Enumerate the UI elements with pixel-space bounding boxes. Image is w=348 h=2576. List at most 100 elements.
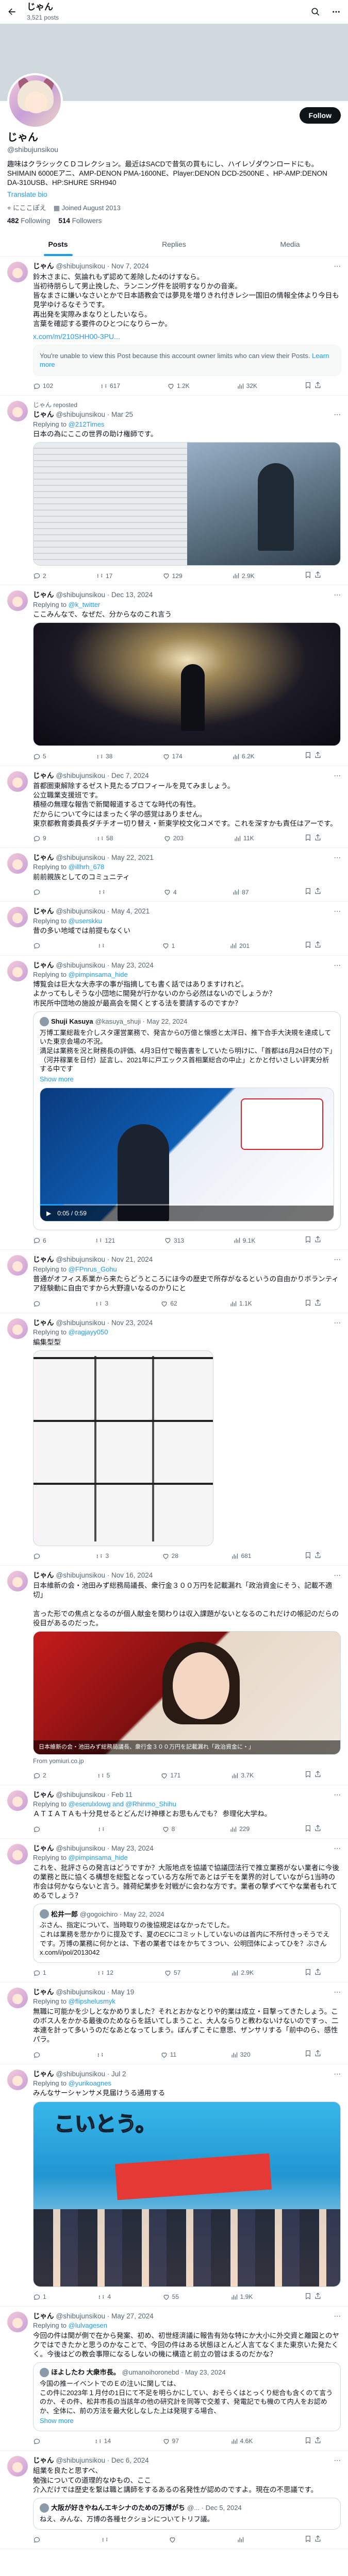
author-name[interactable]: じゃん <box>33 1790 54 1800</box>
author-name[interactable]: じゃん <box>33 2070 54 2079</box>
quoted-post[interactable]: ほよしたわ 大衆市長。 @umanoihoronebd · May 23, 202… <box>33 2362 341 2431</box>
bookmark-icon[interactable] <box>304 381 312 391</box>
author-handle-date[interactable]: @shibujunsikou · May 4, 2021 <box>56 907 150 916</box>
author-name[interactable]: じゃん <box>33 1318 54 1328</box>
share-icon[interactable] <box>314 2049 322 2059</box>
more-icon[interactable]: ⋯ <box>334 907 341 916</box>
author-name[interactable]: じゃん <box>33 771 54 781</box>
reply-button[interactable]: 5 <box>33 751 46 761</box>
tweet[interactable]: じゃん @shibujunsikou · Nov 21, 2024 ⋯ Replyin… <box>0 1250 348 1313</box>
views-button[interactable]: 3.7K <box>231 1770 254 1780</box>
author-handle-date[interactable]: @shibujunsikou · May 19 <box>56 1988 135 1997</box>
tab-replies[interactable]: Replies <box>116 232 232 257</box>
reply-button[interactable] <box>33 941 43 951</box>
author-name[interactable]: じゃん <box>33 1988 54 1997</box>
views-button[interactable]: 9.1K <box>233 1235 255 1245</box>
repost-button[interactable]: 617 <box>100 381 120 391</box>
views-button[interactable]: 6.2K <box>232 751 255 761</box>
views-button[interactable]: 229 <box>229 1824 250 1834</box>
tweet[interactable]: じゃん @shibujunsikou · Nov 16, 2024 ⋯ 日本維新の会・… <box>0 1566 348 1785</box>
back-arrow-icon[interactable] <box>6 6 18 18</box>
reply-button[interactable]: 102 <box>33 381 53 391</box>
author-name[interactable]: じゃん <box>33 590 54 600</box>
show-more-link[interactable]: Show more <box>40 1075 334 1084</box>
more-icon[interactable]: ⋯ <box>334 262 341 271</box>
share-icon[interactable] <box>314 1824 322 1834</box>
like-button[interactable]: 11 <box>160 2049 176 2059</box>
views-button[interactable]: 2.9K <box>232 571 255 581</box>
more-icon[interactable]: ⋯ <box>334 1318 341 1328</box>
author-name[interactable]: じゃん <box>33 1571 54 1580</box>
replying-to-handle[interactable]: @FPnrus_Gohu <box>69 1265 117 1273</box>
following-link[interactable]: 482 Following <box>7 216 50 226</box>
author-handle-date[interactable]: @shibujunsikou · May 23, 2024 <box>56 961 154 970</box>
avatar[interactable] <box>7 907 28 928</box>
tweet[interactable]: じゃん @shibujunsikou · May 4, 2021 ⋯ Replying… <box>0 902 348 956</box>
bookmark-icon[interactable] <box>304 941 312 951</box>
replying-to-handle[interactable]: @212Times <box>69 420 105 428</box>
avatar[interactable] <box>7 590 28 612</box>
bookmark-icon[interactable] <box>304 751 312 761</box>
repost-button[interactable]: 121 <box>95 1235 115 1245</box>
like-button[interactable]: 62 <box>160 1299 177 1309</box>
repost-button[interactable] <box>101 2535 111 2545</box>
bookmark-icon[interactable] <box>304 887 312 897</box>
replying-to-handle[interactable]: @ragjayy050 <box>69 1328 108 1336</box>
reply-button[interactable]: 1 <box>33 2292 46 2302</box>
views-button[interactable]: 320 <box>230 2049 251 2059</box>
tweet[interactable]: じゃん @shibujunsikou · May 22, 2021 ⋯ Replyin… <box>0 848 348 902</box>
reply-button[interactable]: 2 <box>33 1770 46 1780</box>
reply-button[interactable] <box>33 2535 43 2545</box>
replying-to-handle[interactable]: @k_twitter <box>69 601 101 608</box>
author-handle-date[interactable]: @shibujunsikou · Nov 16, 2024 <box>56 1571 153 1580</box>
reply-button[interactable]: 9 <box>33 834 46 843</box>
share-icon[interactable] <box>314 941 322 951</box>
repost-button[interactable] <box>98 887 108 897</box>
author-handle-date[interactable]: @shibujunsikou · Dec 7, 2024 <box>56 771 149 781</box>
quoted-post[interactable]: 大阪が好きやねんエキシナのための万博がち @... · Dec 5, 2024 ねえ… <box>33 2498 341 2530</box>
tweet-link[interactable]: x.com/m/210SHH00-3PU... <box>33 332 341 342</box>
tweet[interactable]: じゃん @shibujunsikou · May 23, 2024 ⋯ Replyin… <box>0 1839 348 1982</box>
author-name[interactable]: じゃん <box>33 1844 54 1853</box>
reply-button[interactable] <box>33 1299 43 1309</box>
reply-button[interactable]: 6 <box>33 1235 46 1245</box>
tweet[interactable]: じゃん @shibujunsikou · Feb 11 ⋯ Replying to @… <box>0 1785 348 1839</box>
more-icon[interactable]: ⋯ <box>334 1571 341 1580</box>
like-button[interactable]: 129 <box>162 571 183 581</box>
views-button[interactable]: 2.9K <box>231 1968 254 1978</box>
share-icon[interactable] <box>314 887 322 897</box>
share-icon[interactable] <box>314 2535 322 2545</box>
views-button[interactable]: 1.9K <box>230 2292 253 2302</box>
avatar[interactable] <box>7 1790 28 1811</box>
repost-button[interactable]: 17 <box>96 571 112 581</box>
more-icon[interactable]: ⋯ <box>334 961 341 970</box>
bookmark-icon[interactable] <box>304 2535 312 2545</box>
avatar[interactable] <box>7 1255 28 1276</box>
reply-button[interactable] <box>33 887 43 897</box>
views-button[interactable]: 11K <box>234 834 254 843</box>
replying-to-handle[interactable]: @illhrh_678 <box>69 863 105 871</box>
author-name[interactable]: じゃん <box>33 1255 54 1264</box>
more-icon[interactable]: ⋯ <box>334 2070 341 2079</box>
play-icon[interactable]: ▶ <box>46 1209 51 1217</box>
like-button[interactable]: 97 <box>162 2436 179 2446</box>
like-button[interactable]: 174 <box>162 751 183 761</box>
author-handle-date[interactable]: @shibujunsikou · Dec 6, 2024 <box>56 2456 149 2465</box>
avatar[interactable] <box>7 2311 28 2332</box>
reply-button[interactable] <box>33 2049 43 2059</box>
repost-button[interactable]: 14 <box>94 2436 111 2446</box>
like-button[interactable]: 203 <box>163 834 184 843</box>
avatar[interactable] <box>7 2069 28 2090</box>
like-button[interactable]: 55 <box>162 2292 179 2302</box>
replying-to-handle[interactable]: @flipshelusmyk <box>69 1997 115 2005</box>
avatar[interactable] <box>7 1570 28 1591</box>
more-icon[interactable]: ⋯ <box>334 853 341 862</box>
more-icon[interactable]: ⋯ <box>334 2312 341 2321</box>
bookmark-icon[interactable] <box>304 1824 312 1834</box>
author-handle-date[interactable]: @shibujunsikou · May 23, 2024 <box>56 1844 154 1853</box>
reply-button[interactable]: 1 <box>33 1968 46 1978</box>
author-handle-date[interactable]: @shibujunsikou · Nov 7, 2024 <box>56 262 149 271</box>
more-icon[interactable]: ⋯ <box>334 1255 341 1264</box>
reply-button[interactable] <box>33 1551 43 1561</box>
share-icon[interactable] <box>314 1968 322 1978</box>
